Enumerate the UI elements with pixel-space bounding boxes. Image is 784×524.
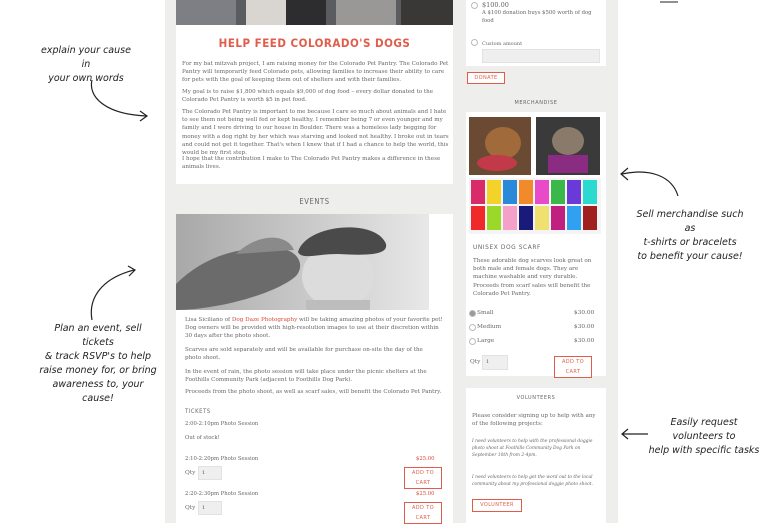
- qty-label: Qty: [185, 505, 196, 511]
- donate-card: $100.00 A $100 donation buys $500 worth …: [466, 0, 606, 66]
- volunteer-task: I need volunteers to help get the word o…: [472, 475, 593, 487]
- merchandise-card: UNISEX DOG SCARF These adorable dog scar…: [466, 112, 606, 378]
- ticket-price: $25.00: [416, 491, 435, 497]
- ticket-price: $25.00: [416, 456, 435, 462]
- dog-photo-1: [469, 117, 531, 175]
- qty-label: Qty: [185, 470, 196, 476]
- donation-amount: $100.00: [482, 1, 509, 9]
- volunteers-intro: Please consider signing up to help with …: [472, 413, 596, 428]
- hero-photo: [176, 0, 453, 25]
- ticket-qty-input[interactable]: 1: [198, 466, 222, 480]
- arrow-icon: [90, 265, 136, 321]
- ticket-time: 2:00-2:10pm Photo Session: [185, 421, 259, 427]
- events-heading: EVENTS: [299, 197, 330, 206]
- product-title: UNISEX DOG SCARF: [473, 243, 541, 251]
- scarves-photo: [469, 178, 601, 234]
- photographer-link[interactable]: Dog Daze Photography: [232, 317, 297, 323]
- size-price: $30.00: [574, 310, 595, 316]
- size-label: Medium: [477, 324, 502, 330]
- ticket-status: Out of stock!: [185, 435, 220, 441]
- dog-photo-2: [536, 117, 600, 175]
- donate-button[interactable]: DONATE: [467, 72, 505, 84]
- events-paragraph: Proceeds from the photo shoot, as well a…: [185, 389, 442, 395]
- volunteer-task: I need volunteers to help with the profe…: [472, 439, 593, 458]
- volunteer-button[interactable]: VOLUNTEER: [472, 499, 522, 512]
- ticket-time: 2:10-2:20pm Photo Session: [185, 456, 259, 462]
- events-paragraph: Lisa Siciliano of Dog Daze Photography w…: [185, 317, 443, 340]
- cause-paragraph: My goal is to raise $1,800 which equals …: [182, 89, 434, 104]
- add-to-cart-button[interactable]: ADD TO CART: [404, 467, 442, 489]
- donation-description: A $100 donation buys $500 worth of dog f…: [482, 10, 592, 24]
- events-paragraph: Scarves are sold separately and will be …: [185, 347, 423, 362]
- size-radio-small[interactable]: [469, 310, 476, 317]
- size-price: $30.00: [574, 338, 595, 344]
- custom-amount-input[interactable]: [482, 49, 600, 63]
- size-radio-large[interactable]: [469, 338, 476, 345]
- events-card: Lisa Siciliano of Dog Daze Photography w…: [176, 214, 453, 524]
- ticket-time: 2:20-2:30pm Photo Session: [185, 491, 259, 497]
- event-photo: [176, 214, 429, 310]
- donation-radio[interactable]: [471, 2, 478, 9]
- merch-qty-input[interactable]: 1: [482, 355, 508, 370]
- annotation-volunteers: Easily request volunteers to help with sp…: [648, 417, 760, 456]
- add-to-cart-button[interactable]: ADD TO CART: [404, 502, 442, 524]
- arrow-icon: [90, 79, 149, 122]
- annotation-events: Plan an event, sell tickets & track RSVP'…: [39, 323, 157, 404]
- product-description: These adorable dog scarves look great on…: [473, 258, 592, 297]
- qty-label: Qty: [470, 359, 481, 365]
- cause-paragraph: The Colorado Pet Pantry is important to …: [182, 109, 449, 157]
- volunteers-card: VOLUNTEERS Please consider signing up to…: [466, 388, 606, 523]
- ticket-qty-input[interactable]: 1: [198, 501, 222, 515]
- cause-paragraph: I hope that the contribution I make to T…: [182, 156, 441, 171]
- custom-amount-label: Custom amount: [482, 41, 523, 47]
- arrow-icon: [660, 1, 678, 3]
- annotation-merchandise: Sell merchandise such as t-shirts or brac…: [636, 209, 744, 262]
- size-label: Small: [477, 310, 494, 316]
- arrow-icon: [620, 167, 679, 197]
- cause-title: HELP FEED COLORADO'S DOGS: [218, 36, 411, 50]
- merchandise-heading: MERCHANDISE: [514, 100, 558, 106]
- add-to-cart-button[interactable]: ADD TO CART: [554, 356, 592, 378]
- custom-amount-radio[interactable]: [471, 39, 478, 46]
- events-paragraph: In the event of rain, the photo session …: [185, 369, 427, 384]
- size-radio-medium[interactable]: [469, 324, 476, 331]
- cause-paragraph: For my bat mitzvah project, I am raising…: [182, 61, 449, 84]
- volunteers-heading: VOLUNTEERS: [516, 395, 556, 401]
- tickets-heading: TICKETS: [185, 409, 211, 415]
- size-label: Large: [477, 338, 495, 344]
- size-price: $30.00: [574, 324, 595, 330]
